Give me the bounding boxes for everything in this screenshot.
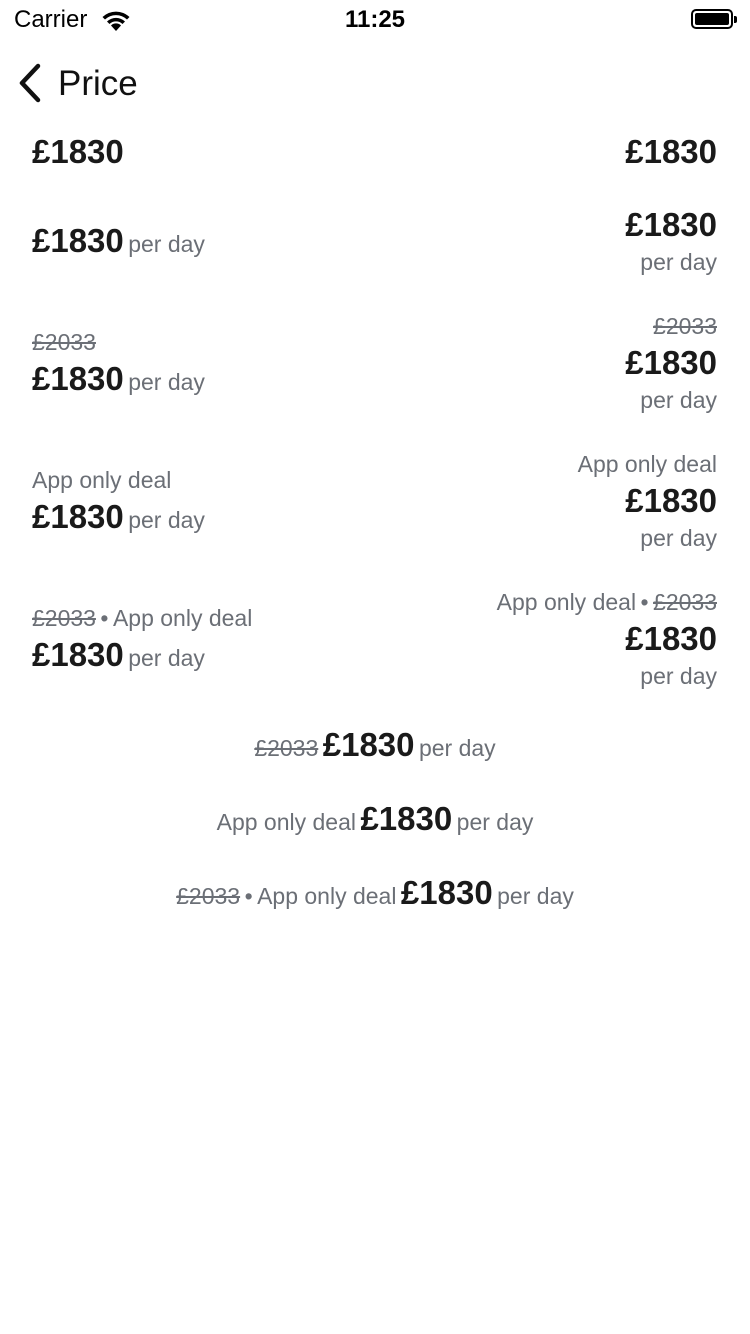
price-current: £1830 bbox=[625, 482, 717, 519]
price-row-left: £1830 per day bbox=[32, 222, 205, 260]
price-unit: per day bbox=[418, 735, 496, 761]
price-row-center: £2033 £1830 per day bbox=[0, 726, 750, 764]
deal-label: App only deal bbox=[32, 467, 172, 493]
price-current: £1830 bbox=[625, 206, 717, 243]
nav-title: Price bbox=[58, 64, 138, 103]
price-current: £1830 bbox=[400, 874, 493, 911]
price-original: £2033 bbox=[32, 329, 96, 355]
price-current: £1830 bbox=[360, 800, 453, 837]
price-original: £2033 bbox=[176, 883, 241, 909]
price-original: £2033 bbox=[653, 589, 717, 615]
battery-icon bbox=[691, 9, 737, 29]
price-current: £1830 bbox=[32, 498, 124, 535]
price-original: £2033 bbox=[32, 605, 96, 631]
price-unit: per day bbox=[640, 663, 717, 689]
back-button[interactable] bbox=[14, 62, 54, 108]
price-current: £1830 bbox=[625, 344, 717, 381]
price-unit: per day bbox=[456, 809, 534, 835]
separator-dot: • bbox=[244, 883, 253, 909]
price-unit: per day bbox=[640, 387, 717, 413]
price-row-center: App only deal £1830 per day bbox=[0, 800, 750, 838]
deal-label: App only deal bbox=[216, 809, 356, 835]
deal-label: App only deal bbox=[257, 883, 397, 909]
price-unit: per day bbox=[128, 231, 205, 257]
price-row-left: £1830 per day bbox=[32, 498, 205, 536]
price-original: £2033 bbox=[254, 735, 319, 761]
price-unit: per day bbox=[128, 507, 205, 533]
price-meta-left: £2033 • App only deal bbox=[32, 605, 252, 632]
price-unit: per day bbox=[128, 369, 205, 395]
price-current: £1830 bbox=[625, 133, 717, 170]
price-current: £1830 bbox=[625, 620, 717, 657]
price-current: £1830 bbox=[32, 133, 124, 170]
price-unit: per day bbox=[128, 645, 205, 671]
separator-dot: • bbox=[100, 605, 109, 631]
deal-label: App only deal bbox=[577, 451, 717, 477]
chevron-left-icon bbox=[19, 63, 41, 103]
price-original: £2033 bbox=[653, 313, 717, 339]
price-row-center: £2033 • App only deal £1830 per day bbox=[0, 874, 750, 912]
price-unit: per day bbox=[640, 525, 717, 551]
price-current: £1830 bbox=[322, 726, 415, 763]
price-meta-right: App only deal • £2033 bbox=[497, 589, 717, 616]
separator-dot: • bbox=[640, 589, 649, 615]
status-time: 11:25 bbox=[344, 6, 406, 33]
price-current: £1830 bbox=[32, 222, 124, 259]
price-current: £1830 bbox=[32, 636, 124, 673]
price-unit: per day bbox=[640, 249, 717, 275]
price-unit: per day bbox=[497, 883, 574, 909]
price-row-left: £1830 per day bbox=[32, 636, 205, 674]
price-current: £1830 bbox=[32, 360, 124, 397]
deal-label: App only deal bbox=[112, 605, 253, 631]
deal-label: App only deal bbox=[496, 589, 637, 615]
price-row-left: £1830 per day bbox=[32, 360, 205, 398]
